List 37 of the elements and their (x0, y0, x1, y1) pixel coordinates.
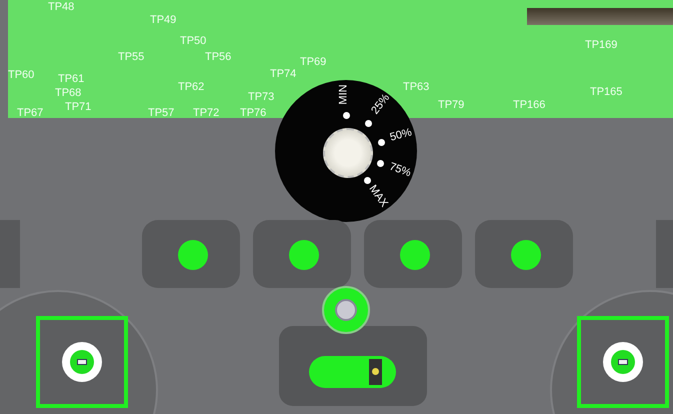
dial-dot (378, 138, 385, 146)
silkscreen-label: TP165 (590, 87, 622, 98)
silkscreen-label: TP72 (193, 108, 220, 119)
silkscreen-label: TP49 (150, 15, 176, 26)
silkscreen-label: TP50 (180, 36, 206, 47)
side-button[interactable] (577, 316, 669, 408)
silkscreen-label: TP73 (248, 92, 274, 103)
dial-label: 50% (388, 127, 414, 144)
push-button[interactable] (322, 286, 370, 334)
silkscreen-label: TP55 (118, 52, 144, 63)
silkscreen-label: TP63 (403, 82, 430, 93)
knob-icon (323, 128, 373, 178)
dial-dot (376, 160, 384, 168)
button-pad (0, 220, 20, 288)
silkscreen-label: TP79 (438, 100, 464, 111)
dial-label: MIN (338, 84, 350, 105)
dial-dot (364, 177, 371, 184)
silkscreen-label: TP61 (58, 74, 84, 85)
silkscreen-label: TP67 (17, 108, 44, 119)
silkscreen-label: TP57 (148, 108, 174, 119)
toggle-switch[interactable] (309, 356, 396, 388)
silkscreen-label: TP68 (55, 88, 82, 99)
silkscreen-label: TP74 (270, 69, 296, 80)
side-button[interactable] (36, 316, 128, 408)
dial-label: 75% (387, 161, 412, 180)
dial-dot (343, 112, 350, 119)
button-pad (656, 220, 673, 288)
silkscreen-label: TP76 (240, 108, 266, 119)
silkscreen-label: TP48 (48, 2, 74, 13)
silkscreen-label: TP169 (585, 40, 618, 51)
silkscreen-label: TP60 (8, 70, 34, 81)
silkscreen-label: TP166 (513, 100, 546, 111)
silkscreen-label: TP69 (300, 57, 326, 68)
silkscreen-label: TP71 (65, 102, 92, 113)
silkscreen-label: TP56 (205, 52, 232, 63)
dial-dot (365, 120, 372, 127)
silkscreen-label: TP62 (178, 82, 204, 93)
